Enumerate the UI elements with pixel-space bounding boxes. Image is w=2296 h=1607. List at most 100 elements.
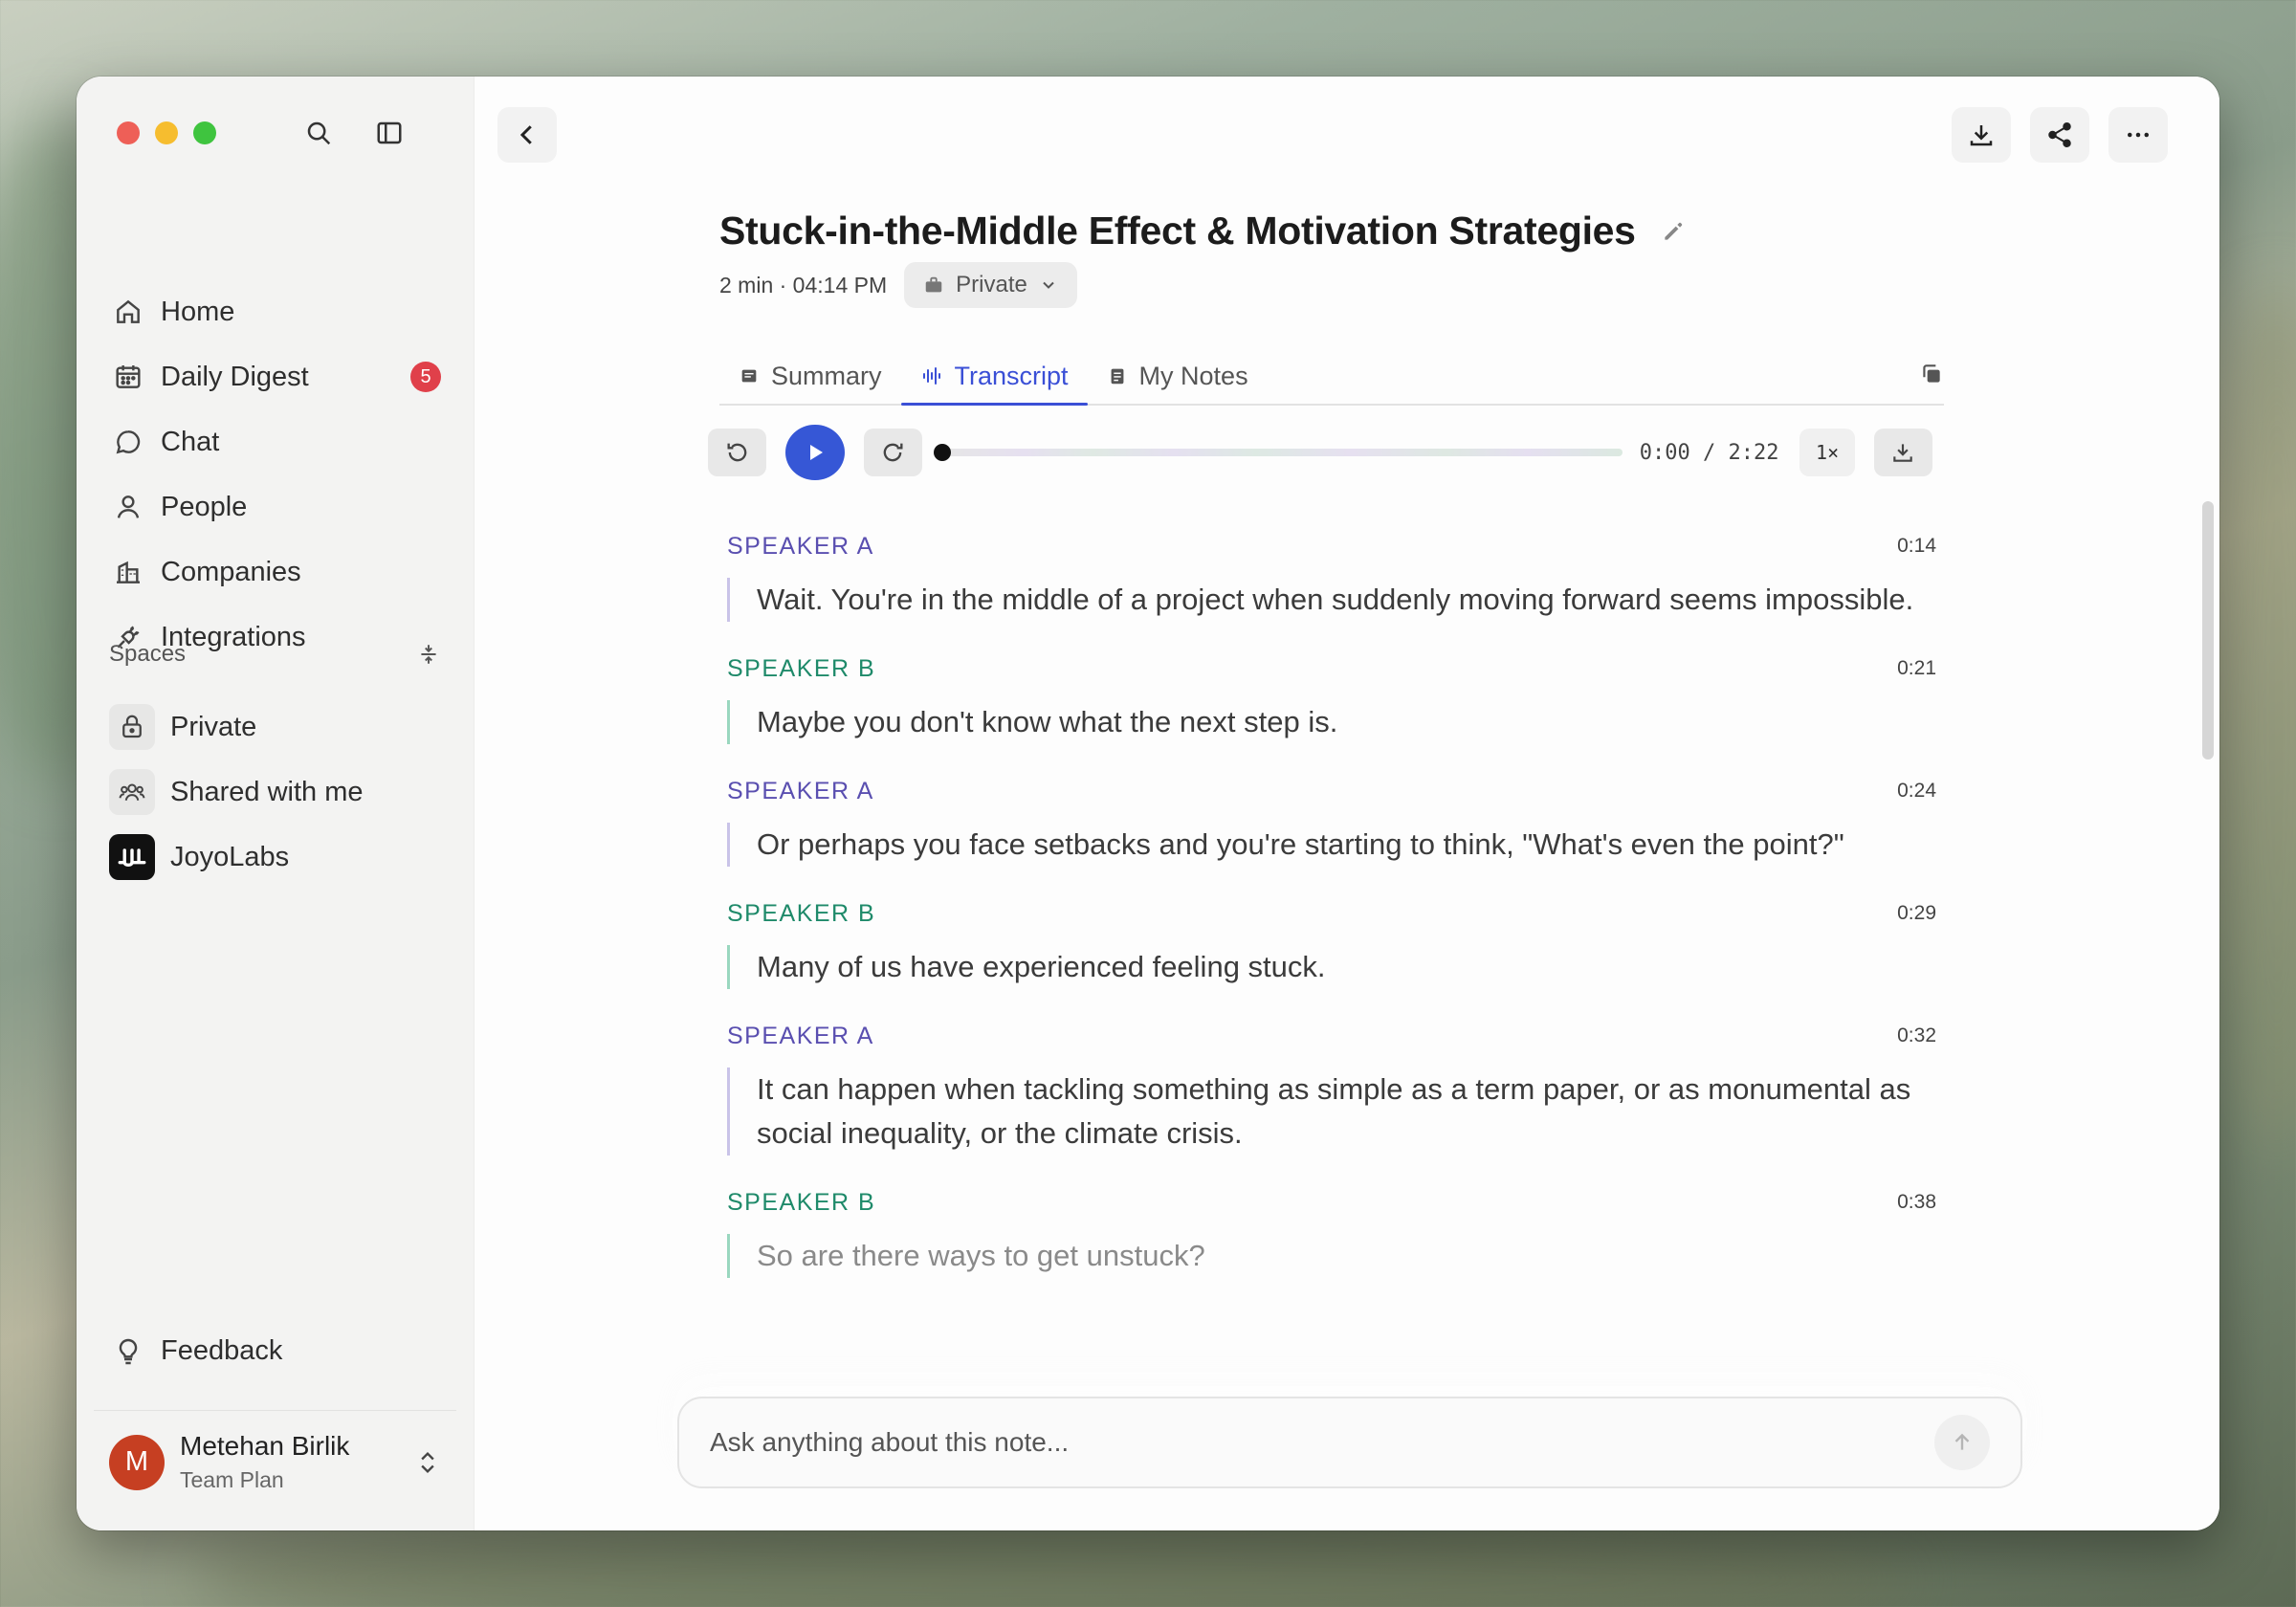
space-item-label: Private — [170, 711, 257, 742]
spaces-heading: Spaces — [109, 641, 187, 667]
scrollbar[interactable] — [2202, 501, 2214, 759]
group-icon — [109, 769, 155, 815]
collapse-spaces-icon[interactable] — [416, 642, 441, 667]
visibility-label: Private — [956, 272, 1027, 297]
tab-label: My Notes — [1138, 361, 1248, 390]
building-icon — [117, 561, 140, 583]
download-icon — [1970, 125, 1993, 146]
transcript-segment: SPEAKER A 0:24 Or perhaps you face setba… — [727, 775, 1936, 867]
scrubber-handle[interactable] — [933, 444, 951, 461]
sidebar-item-label: Home — [161, 296, 235, 327]
person-icon — [117, 495, 140, 518]
avatar: M — [109, 1434, 165, 1490]
segment-timestamp[interactable]: 0:21 — [1897, 657, 1936, 680]
play-icon — [809, 445, 823, 460]
rewind-icon — [727, 443, 746, 462]
note-duration-time: 2 min · 04:14 PM — [719, 272, 888, 297]
transcript-segment: SPEAKER B 0:38 So are there ways to get … — [727, 1186, 1936, 1278]
segment-timestamp[interactable]: 0:24 — [1897, 780, 1936, 803]
speaker-label: SPEAKER A — [727, 777, 874, 804]
close-window-button[interactable] — [117, 121, 140, 144]
download-audio-button[interactable] — [1873, 429, 1932, 476]
segment-timestamp[interactable]: 0:14 — [1897, 535, 1936, 558]
notepad-icon — [1111, 368, 1123, 385]
zoom-window-button[interactable] — [193, 121, 216, 144]
visibility-dropdown[interactable]: Private — [904, 262, 1077, 308]
lock-icon — [109, 704, 155, 750]
feedback-button[interactable]: Feedback — [113, 1335, 282, 1367]
download-button[interactable] — [1952, 107, 2011, 163]
playback-speed-button[interactable]: 1× — [1799, 429, 1855, 476]
forward-button[interactable] — [863, 429, 922, 476]
calendar-icon — [116, 365, 141, 388]
sidebar-item-daily-digest[interactable]: Daily Digest 5 — [109, 344, 441, 409]
speaker-label: SPEAKER B — [727, 899, 876, 927]
segment-timestamp[interactable]: 0:32 — [1897, 1024, 1936, 1047]
segment-timestamp[interactable]: 0:29 — [1897, 902, 1936, 925]
waveform-icon — [922, 367, 940, 385]
ask-placeholder: Ask anything about this note... — [710, 1427, 1070, 1457]
sidebar-item-label: People — [161, 491, 248, 522]
window-controls — [117, 121, 216, 144]
back-button[interactable] — [497, 107, 557, 163]
ask-input[interactable]: Ask anything about this note... — [677, 1397, 2022, 1488]
transcript-segment: SPEAKER A 0:14 Wait. You're in the middl… — [727, 530, 1936, 622]
pencil-icon[interactable] — [1661, 219, 1686, 244]
tab-transcript[interactable]: Transcript — [900, 348, 1088, 406]
search-icon[interactable] — [300, 115, 337, 151]
segment-text: So are there ways to get unstuck? — [727, 1234, 1936, 1278]
audio-player: 0:00 / 2:22 1× — [708, 425, 1932, 480]
lightbulb-icon — [119, 1338, 138, 1364]
playback-scrubber[interactable] — [933, 444, 1623, 461]
space-item-shared[interactable]: Shared with me — [109, 759, 441, 825]
rewind-button[interactable] — [708, 429, 767, 476]
tab-label: Transcript — [954, 361, 1069, 390]
send-button[interactable] — [1934, 1415, 1990, 1470]
transcript-list: SPEAKER A 0:14 Wait. You're in the middl… — [727, 530, 1936, 1309]
sidebar-item-companies[interactable]: Companies — [109, 539, 441, 605]
segment-text: It can happen when tackling something as… — [727, 1068, 1936, 1156]
space-item-label: Shared with me — [170, 776, 364, 807]
sidebar-item-label: Daily Digest — [161, 361, 309, 392]
note-tabs: Summary Transcript My Notes — [719, 348, 1944, 406]
sidebar-item-people[interactable]: People — [109, 474, 441, 539]
spaces-header: Spaces — [109, 641, 441, 668]
play-button[interactable] — [785, 425, 845, 480]
sidebar-item-label: Chat — [161, 426, 220, 457]
space-item-private[interactable]: Private — [109, 694, 441, 759]
chevron-up-down-icon[interactable] — [414, 1449, 441, 1476]
sidebar-item-home[interactable]: Home — [109, 279, 441, 344]
transcript-segment: SPEAKER A 0:32 It can happen when tackli… — [727, 1020, 1936, 1156]
home-icon — [117, 299, 140, 323]
space-item-label: JoyoLabs — [170, 841, 290, 872]
sidebar-divider — [94, 1410, 456, 1411]
tab-summary[interactable]: Summary — [719, 348, 901, 404]
segment-text: Wait. You're in the middle of a project … — [727, 578, 1936, 622]
share-button[interactable] — [2030, 107, 2089, 163]
sidebar: Home Daily Digest 5 Chat People Companie… — [77, 77, 475, 1530]
segment-timestamp[interactable]: 0:38 — [1897, 1191, 1936, 1214]
playback-time: 0:00 / 2:22 — [1639, 440, 1779, 465]
more-horizontal-icon — [2128, 132, 2149, 138]
share-icon — [2048, 122, 2071, 147]
segment-text: Many of us have experienced feeling stuc… — [727, 945, 1936, 989]
user-menu[interactable]: M Metehan Birlik Team Plan — [109, 1431, 441, 1493]
space-item-joyolabs[interactable]: JoyoLabs — [109, 825, 441, 890]
minimize-window-button[interactable] — [155, 121, 178, 144]
speaker-label: SPEAKER A — [727, 532, 874, 560]
more-options-button[interactable] — [2108, 107, 2168, 163]
copy-icon[interactable] — [1919, 362, 1944, 386]
notification-badge: 5 — [410, 362, 441, 392]
download-icon — [1893, 444, 1913, 462]
sidebar-item-chat[interactable]: Chat — [109, 409, 441, 474]
user-plan: Team Plan — [180, 1467, 284, 1492]
sidebar-toggle-icon[interactable] — [371, 115, 408, 151]
segment-text: Maybe you don't know what the next step … — [727, 700, 1936, 744]
sidebar-nav: Home Daily Digest 5 Chat People Companie… — [109, 279, 441, 670]
transcript-segment: SPEAKER B 0:29 Many of us have experienc… — [727, 897, 1936, 989]
tab-label: Summary — [771, 361, 882, 390]
tab-my-notes[interactable]: My Notes — [1088, 348, 1268, 404]
note-meta: 2 min · 04:14 PM Private — [719, 262, 1077, 308]
arrow-up-icon — [1954, 1433, 1970, 1450]
forward-icon — [883, 443, 903, 462]
